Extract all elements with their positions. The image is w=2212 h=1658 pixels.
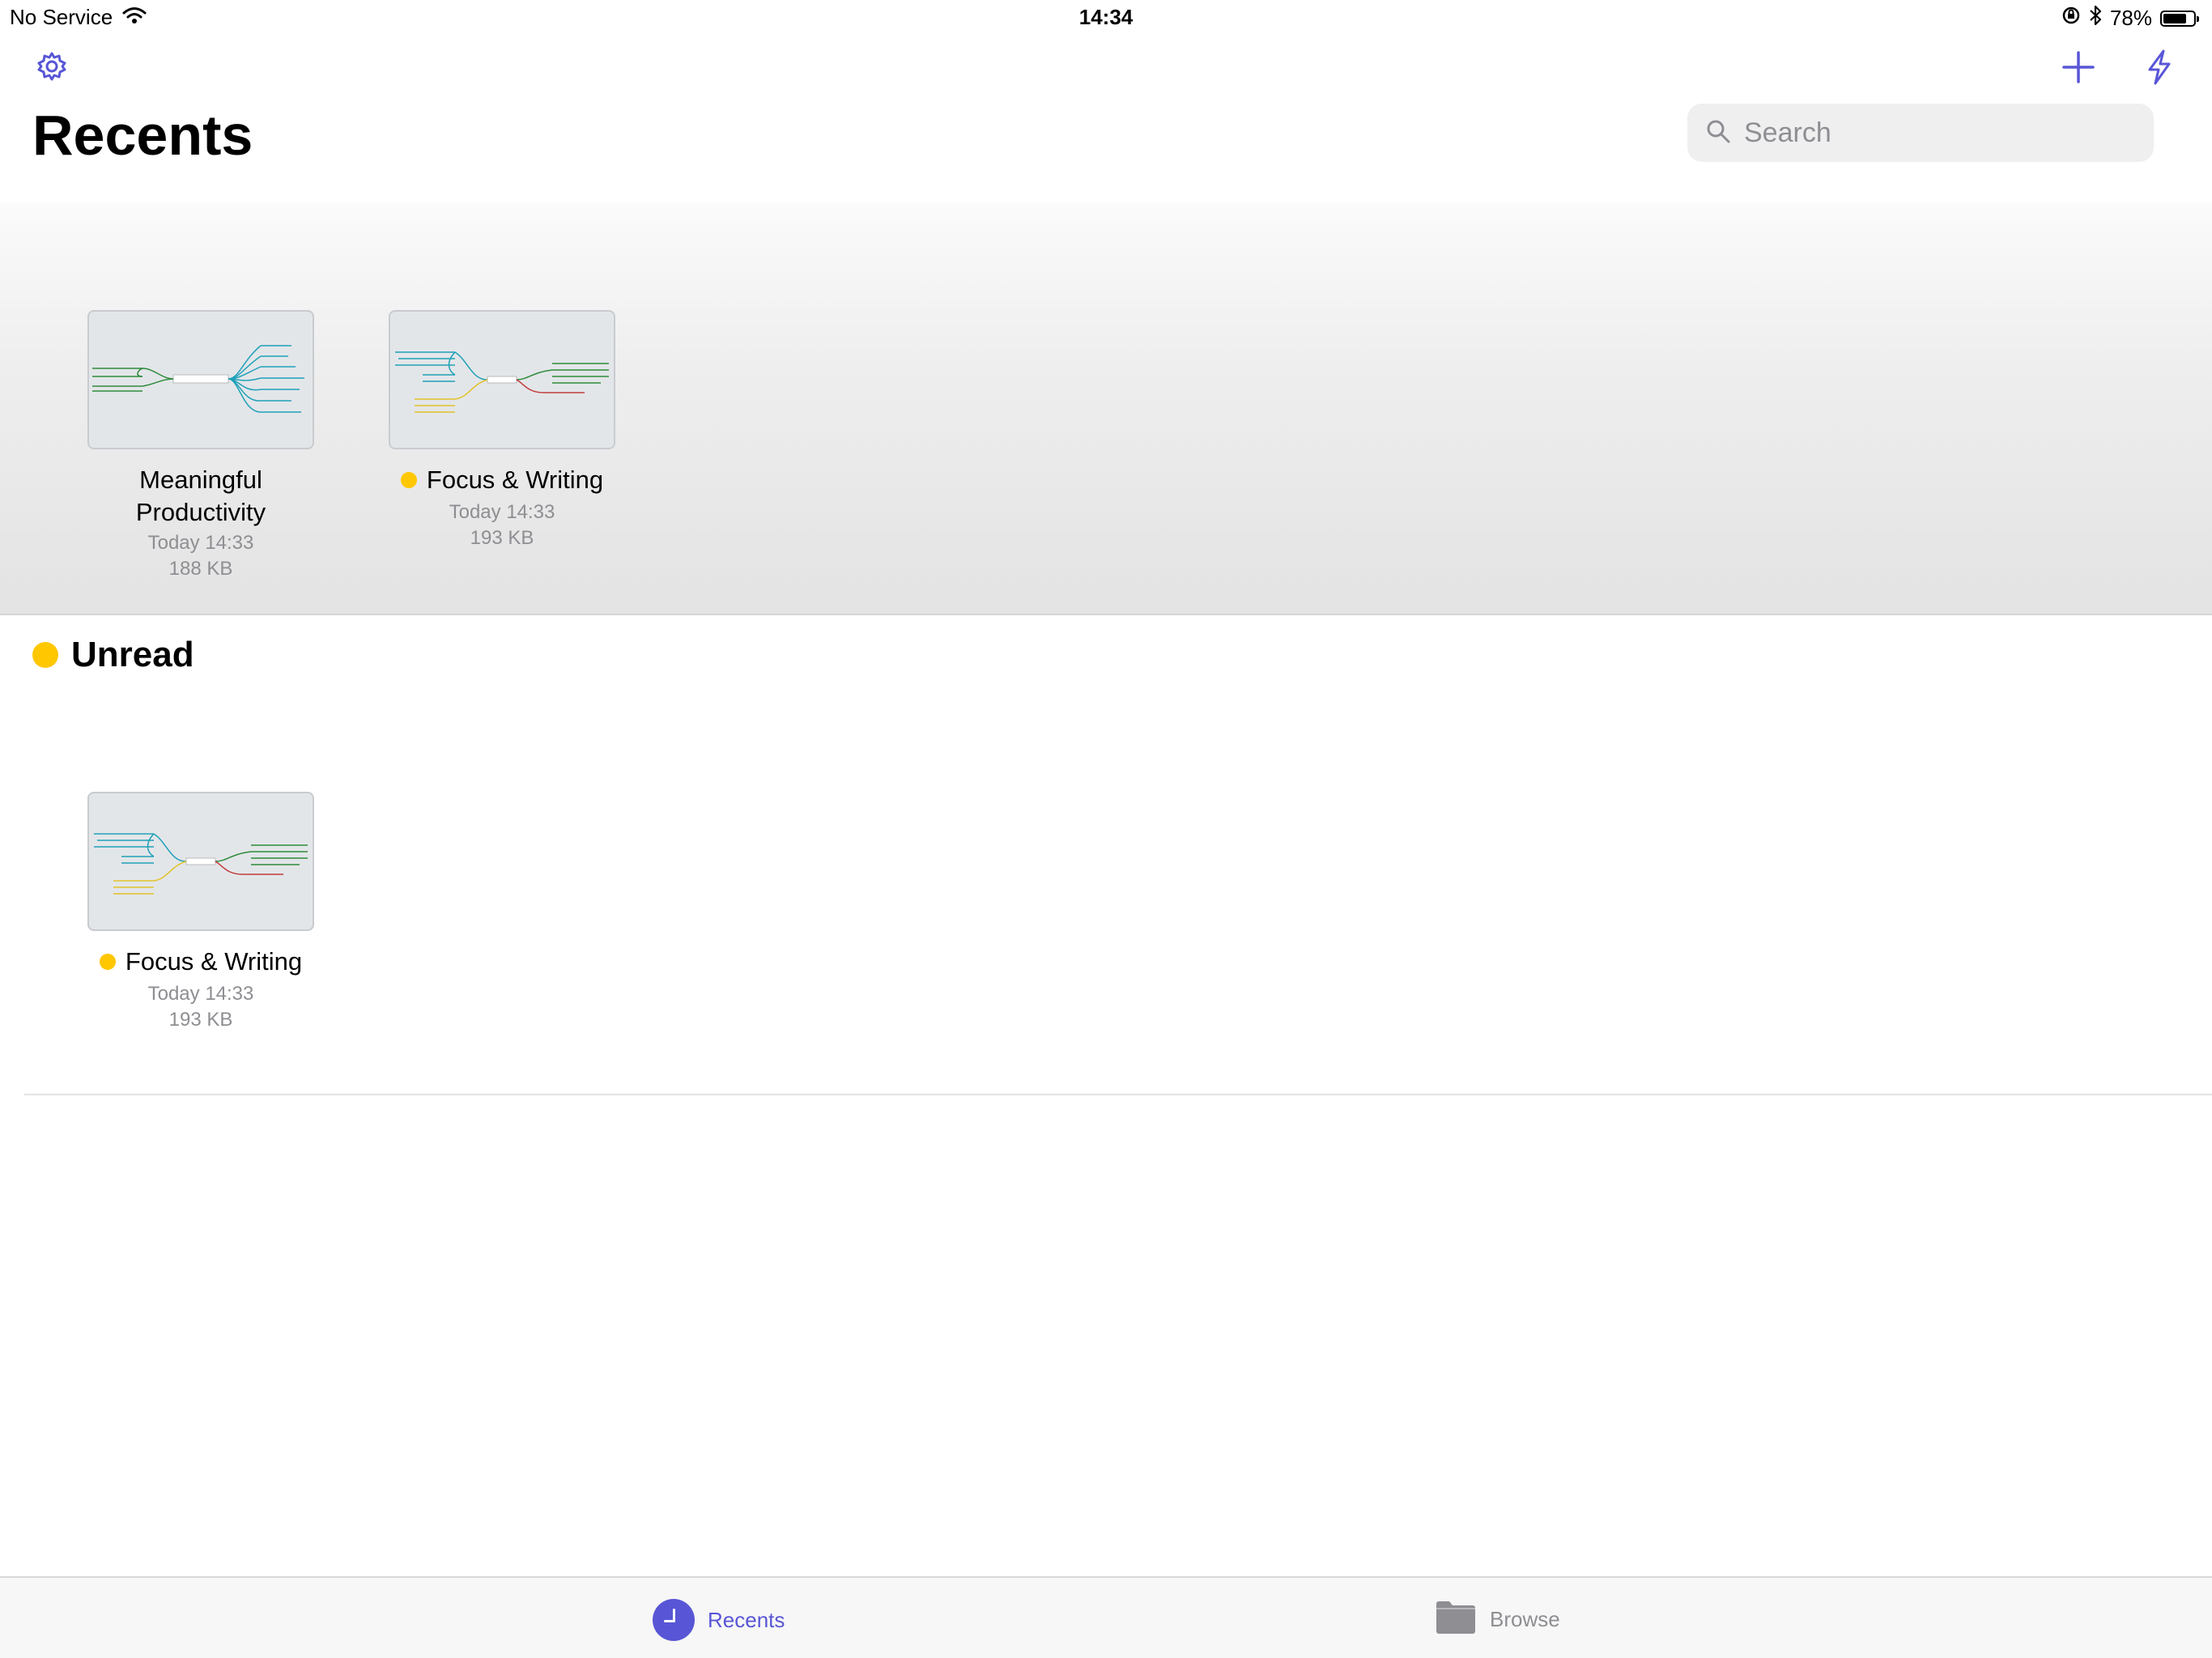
mindmap-thumbnail [87,310,314,449]
tab-label: Recents [708,1607,785,1632]
mindmap-thumbnail [389,310,615,449]
file-size: 193 KB [470,527,534,549]
add-button[interactable] [2058,49,2099,89]
search-bar[interactable] [1687,104,2154,162]
tab-recents[interactable]: Recents [653,1599,785,1641]
section-title: Unread [71,635,194,674]
recents-section: Meaningful Productivity Today 14:33 188 … [0,202,2212,615]
file-size: 193 KB [168,1009,233,1031]
file-date: Today 14:33 [147,983,254,1005]
status-bar: No Service 14:34 78% [0,0,2212,36]
file-name: Meaningful Productivity [135,466,266,526]
file-date: Today 14:33 [147,532,254,554]
status-time: 14:34 [1078,5,1134,29]
clock-icon [653,1599,695,1641]
battery-icon [2160,10,2199,27]
file-size: 188 KB [168,558,233,580]
settings-button[interactable] [34,50,70,86]
file-name: Focus & Writing [340,464,664,496]
section-divider [24,1094,2212,1095]
mindmap-thumbnail [87,792,314,931]
tab-bar: Recents Browse [0,1576,2212,1658]
unread-dot [99,954,116,970]
plus-icon [2061,50,2095,88]
file-date: Today 14:33 [449,501,555,523]
file-name: Focus & Writing [39,946,363,978]
battery-percent: 78% [2109,6,2152,30]
search-input[interactable] [1742,116,2134,150]
unread-dot [400,472,417,488]
page-title: Recents [32,104,253,167]
lightning-icon [2146,49,2173,89]
folder-icon [1435,1599,1477,1640]
gear-icon [36,50,68,87]
status-right: 78% [2061,5,2199,32]
orientation-lock-icon [2061,6,2081,31]
tab-browse[interactable]: Browse [1435,1599,1560,1640]
tab-label: Browse [1490,1607,1560,1631]
search-icon [1705,118,1731,148]
bluetooth-icon [2089,5,2102,32]
unread-section-header: Unread [32,635,194,675]
quick-entry-button[interactable] [2139,49,2180,89]
unread-dot [32,642,58,668]
